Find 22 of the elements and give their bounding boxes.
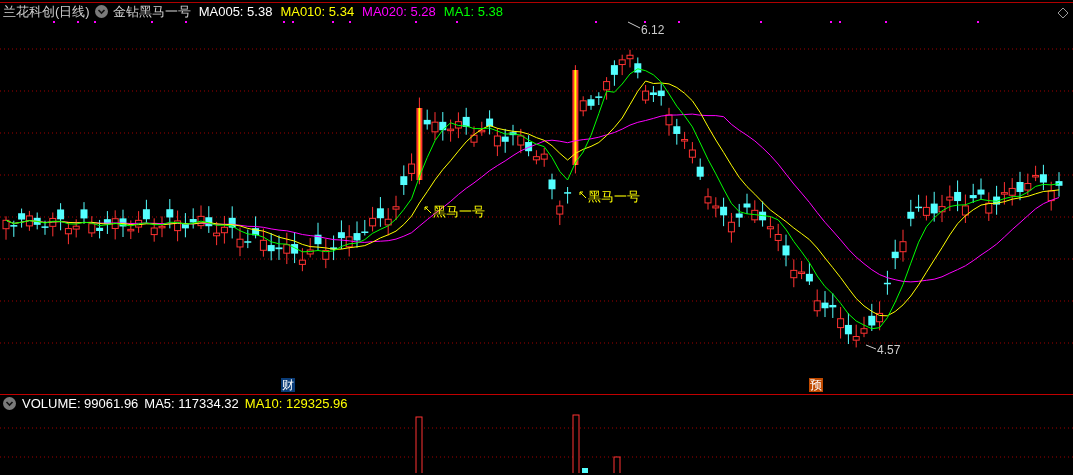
moving-average-legend: MA020: 5.28: [362, 4, 436, 19]
leader-line: [865, 344, 877, 350]
volume-legend: MA5: 117334.32: [144, 395, 239, 411]
arrow-icon: [424, 206, 432, 214]
event-marker[interactable]: 财: [281, 378, 295, 392]
arrow-icon: [579, 191, 587, 199]
moving-average-legend: MA1: 5.38: [443, 4, 504, 19]
dropdown-icon[interactable]: [94, 5, 108, 18]
dropdown-icon[interactable]: [3, 396, 16, 410]
moving-average-legend: MA005: 5.38: [198, 4, 273, 19]
leader-line: [627, 21, 641, 29]
indicator-name[interactable]: 金钻黑马一号: [112, 2, 191, 21]
volume-legend: MA10: 129325.96: [244, 395, 348, 411]
event-marker[interactable]: 预: [809, 378, 823, 392]
high-price-label: 6.12: [641, 23, 665, 37]
signal-label: 黑马一号: [433, 204, 485, 219]
low-price-label: 4.57: [877, 343, 901, 357]
stock-title: 兰花科创(日线): [3, 2, 90, 21]
moving-average-legend: MA010: 5.34: [280, 4, 355, 19]
signal-label: 黑马一号: [588, 189, 640, 204]
diamond-icon[interactable]: [1057, 7, 1069, 19]
volume-legend: VOLUME: 99061.96: [22, 395, 139, 411]
